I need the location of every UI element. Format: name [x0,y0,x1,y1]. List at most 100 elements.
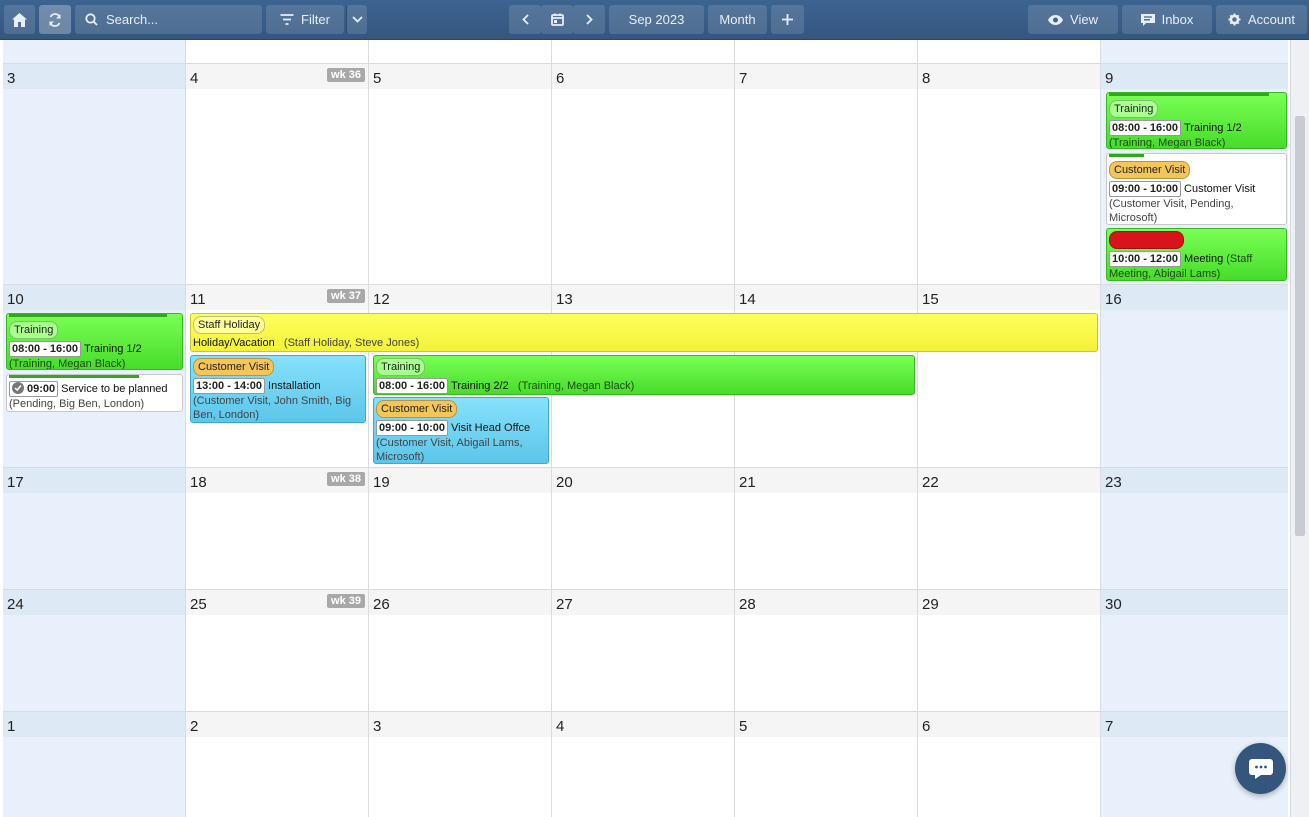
day-cell[interactable]: 24 [3,589,186,711]
day-cell[interactable]: 17 [3,467,186,589]
event-category-tag: Customer Visit [193,358,275,376]
event-title: Customer Visit [1184,183,1256,195]
day-cell[interactable]: 5 [735,711,918,817]
day-number: 4 [556,718,565,735]
day-cell[interactable]: 26 [369,589,552,711]
chat-button[interactable] [1235,743,1286,794]
day-cell[interactable]: 22 [918,467,1101,589]
day-number: 5 [739,718,748,735]
day-number: 27 [556,596,573,613]
week-number-badge[interactable]: wk 39 [327,594,365,608]
day-cell[interactable]: 15 [918,284,1101,467]
view-mode-button[interactable]: Month [708,5,767,34]
day-number: 29 [922,596,939,613]
event-time: 08:00 - 16:00 [376,378,449,394]
day-number: 7 [1105,718,1114,735]
day-number: 7 [739,70,748,87]
event-title: Installation [268,380,321,392]
period-label: Sep 2023 [628,12,685,27]
day-cell[interactable]: 19 [369,467,552,589]
week-number-badge[interactable]: wk 37 [327,289,365,303]
event-progress-bar [1109,93,1269,96]
event-staff-meeting[interactable]: Staff Meeting 10:00 - 12:00 Meeting (Staf… [1106,228,1287,281]
day-number: 15 [922,291,939,308]
calendar-icon [550,13,564,26]
day-cell[interactable]: 30 [1101,589,1288,711]
day-number: 16 [1105,291,1122,308]
day-cell[interactable]: 3 [369,711,552,817]
gear-icon [1228,13,1241,26]
event-progress-bar [9,375,139,378]
event-installation[interactable]: Customer Visit 13:00 - 14:00 Installation… [190,355,366,423]
event-details: (Training, Megan Black) [9,358,126,370]
day-number: 17 [7,474,24,491]
top-toolbar: Filter Sep 2023 Month [0,0,1309,40]
day-cell[interactable]: 28 [735,589,918,711]
account-label: Account [1248,12,1295,27]
scrollbar-thumb[interactable] [1295,116,1305,536]
refresh-button[interactable] [39,5,71,34]
add-event-button[interactable] [771,5,804,34]
week-number-badge[interactable]: wk 36 [327,68,365,82]
day-cell[interactable]: 5 [369,63,552,284]
view-button[interactable]: View [1028,5,1118,34]
day-cell[interactable]: 8 [918,63,1101,284]
day-cell[interactable]: 7 [735,63,918,284]
day-cell[interactable]: 21 [735,467,918,589]
previous-period-button[interactable] [509,5,541,34]
day-number: 11 [190,291,206,308]
event-service[interactable]: 09:00 Service to be planned (Pending, Big… [6,374,183,412]
event-training[interactable]: Training 08:00 - 16:00 Training 1/2 (Trai… [1106,92,1287,149]
day-cell[interactable]: 23 [1101,467,1288,589]
day-cell[interactable]: 29 [918,589,1101,711]
next-period-button[interactable] [573,5,605,34]
day-cell-partial [369,40,552,63]
event-training[interactable]: Training 08:00 - 16:00 Training 2/2 (Trai… [373,355,915,395]
chat-bubble-icon [1248,758,1273,779]
chevron-left-icon [521,14,529,25]
event-category-tag: Training [1109,100,1159,118]
filter-dropdown-button[interactable] [346,5,367,34]
event-staff-holiday[interactable]: Staff Holiday Holiday/Vacation (Staff Ho… [190,313,1098,352]
day-cell[interactable]: 25 wk 39 [186,589,369,711]
day-number: 23 [1105,474,1122,491]
day-cell[interactable]: 27 [552,589,735,711]
period-picker-button[interactable]: Sep 2023 [609,5,704,34]
event-time: 09:00 - 10:00 [1109,181,1182,197]
event-title: Meeting [1184,253,1224,265]
day-cell[interactable]: 16 [1101,284,1288,467]
search-input[interactable] [106,12,246,27]
account-button[interactable]: Account [1216,5,1307,34]
inbox-button[interactable]: Inbox [1122,5,1212,34]
plus-icon [782,14,793,25]
day-number: 24 [7,596,24,613]
search-box[interactable] [75,5,262,34]
event-customer-visit[interactable]: Customer Visit 09:00 - 10:00 Customer Vis… [1106,153,1287,225]
day-number: 6 [556,70,565,87]
event-training[interactable]: Training 08:00 - 16:00 Training 1/2 (Trai… [6,313,183,370]
event-title: Training 1/2 [84,343,142,355]
week-number-badge[interactable]: wk 38 [327,472,365,486]
day-number: 21 [739,474,756,491]
event-visit-head-office[interactable]: Customer Visit 09:00 - 10:00 Visit Head O… [373,397,549,464]
view-mode-label: Month [719,12,756,27]
home-icon [12,12,27,27]
day-cell[interactable]: 6 [552,63,735,284]
day-cell[interactable]: 1 [3,711,186,817]
day-number: 22 [922,474,939,491]
day-cell[interactable]: 2 [186,711,369,817]
day-cell-partial [186,40,369,63]
day-cell[interactable]: 4 wk 36 [186,63,369,284]
today-button[interactable] [541,5,573,34]
home-button[interactable] [4,5,35,34]
filter-icon [280,14,294,25]
day-cell[interactable]: 18 wk 38 [186,467,369,589]
inbox-label: Inbox [1161,12,1194,27]
filter-button[interactable]: Filter [266,5,344,34]
event-category-tag: Training [9,321,59,339]
day-cell[interactable]: 3 [3,63,186,284]
day-cell[interactable]: 4 [552,711,735,817]
day-number: 3 [373,718,382,735]
day-cell[interactable]: 20 [552,467,735,589]
day-cell[interactable]: 6 [918,711,1101,817]
